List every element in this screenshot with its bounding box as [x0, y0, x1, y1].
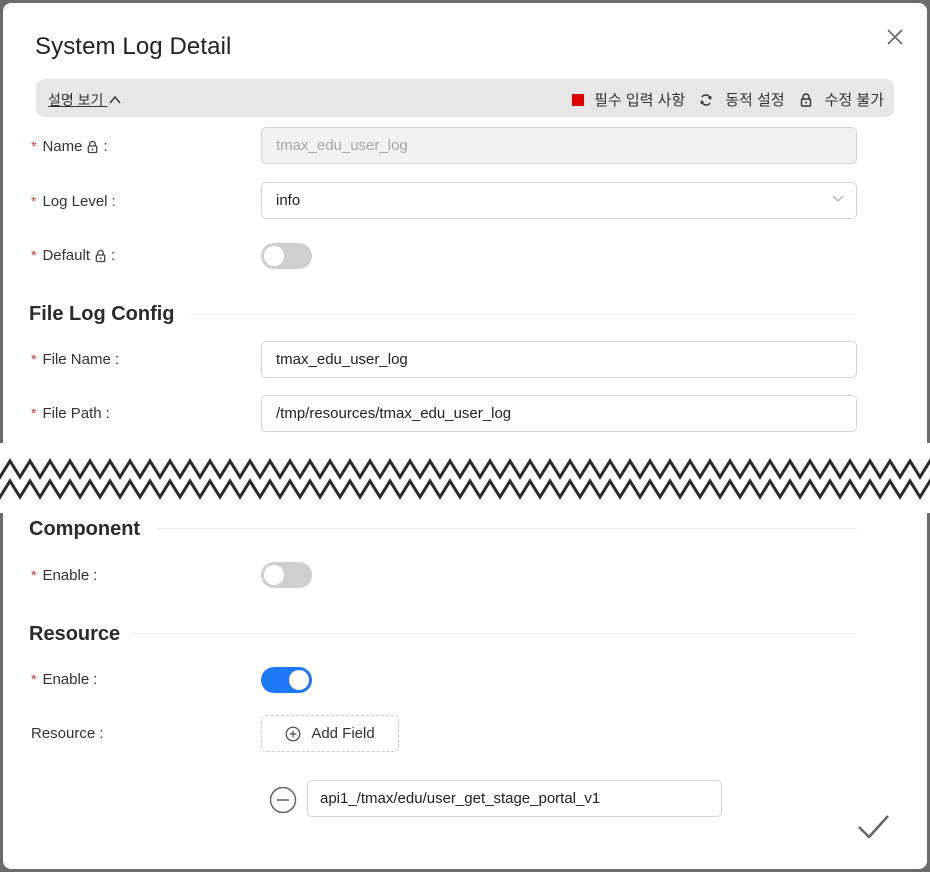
- log-level-select[interactable]: info: [261, 182, 857, 219]
- default-toggle[interactable]: [261, 243, 312, 269]
- label-colon: :: [99, 724, 104, 742]
- required-marker-icon: [572, 93, 585, 106]
- label-colon: :: [111, 192, 116, 210]
- show-description-toggle[interactable]: 설명 보기: [48, 90, 121, 110]
- toggle-knob: [289, 670, 309, 690]
- log-level-label-text: Log Level: [42, 192, 108, 210]
- log-level-label: * Log Level :: [31, 191, 116, 211]
- resource-label-text: Resource: [31, 724, 96, 742]
- required-star: *: [31, 671, 37, 687]
- label-colon: :: [114, 350, 119, 368]
- component-enable-label: * Enable :: [31, 565, 97, 585]
- chevron-down-icon: [832, 195, 844, 202]
- refresh-icon: [700, 93, 712, 106]
- confirm-button[interactable]: [855, 808, 891, 844]
- legend-readonly-label: 수정 불가: [824, 92, 884, 109]
- default-label-text: Default: [42, 246, 90, 264]
- log-level-value: info: [276, 192, 301, 209]
- resource-item-input[interactable]: api1_/tmax/edu/user_get_stage_portal_v1: [307, 780, 722, 817]
- legend-required-label: 필수 입력 사항: [594, 92, 686, 109]
- toggle-knob: [264, 246, 284, 266]
- zigzag-break-graphic: [0, 458, 930, 500]
- system-log-detail-dialog: System Log Detail 설명 보기 필수 입력 사항 동적 설정 수…: [3, 3, 927, 869]
- show-description-label: 설명 보기: [48, 92, 104, 108]
- required-star: *: [31, 567, 37, 583]
- file-log-config-title: File Log Config: [29, 303, 175, 325]
- add-field-label: Add Field: [311, 725, 375, 742]
- minus-circle-icon: [269, 786, 297, 814]
- name-label: * Name :: [31, 136, 108, 156]
- required-star: *: [31, 247, 37, 263]
- chevron-up-icon: [109, 95, 121, 104]
- required-star: *: [31, 405, 37, 421]
- legend-dynamic-label: 동적 설정: [725, 92, 785, 109]
- name-label-text: Name: [42, 137, 83, 155]
- component-enable-label-text: Enable: [42, 566, 90, 584]
- default-label: * Default :: [31, 245, 115, 265]
- remove-resource-button[interactable]: [269, 786, 297, 814]
- legend-dynamic: 동적 설정: [699, 89, 785, 110]
- dialog-title: System Log Detail: [35, 33, 232, 60]
- file-name-label: * File Name :: [31, 349, 119, 369]
- add-field-button[interactable]: Add Field: [261, 715, 399, 752]
- section-divider: [187, 314, 857, 315]
- label-colon: :: [93, 566, 98, 584]
- label-colon: :: [110, 246, 116, 264]
- legend: 필수 입력 사항 동적 설정 수정 불가: [572, 89, 884, 110]
- resource-title: Resource: [29, 623, 121, 645]
- label-colon: :: [105, 404, 110, 422]
- resource-enable-label: * Enable :: [31, 669, 97, 689]
- component-enable-toggle[interactable]: [261, 562, 312, 588]
- lock-icon: [800, 93, 811, 107]
- check-icon: [858, 815, 889, 839]
- file-name-field[interactable]: tmax_edu_user_log: [261, 341, 857, 378]
- close-button[interactable]: [883, 25, 907, 49]
- content-break-band: [0, 443, 930, 513]
- lock-icon: [88, 140, 98, 153]
- file-name-label-text: File Name: [42, 350, 111, 368]
- resource-label: Resource :: [31, 723, 103, 743]
- required-star: *: [31, 193, 37, 209]
- file-path-label: * File Path :: [31, 403, 110, 423]
- required-star: *: [31, 351, 37, 367]
- toggle-knob: [264, 565, 284, 585]
- plus-circle-icon: [285, 726, 301, 741]
- name-field[interactable]: tmax_edu_user_log: [261, 127, 857, 164]
- lock-icon: [95, 249, 106, 262]
- file-path-label-text: File Path: [42, 404, 102, 422]
- resource-enable-label-text: Enable: [42, 670, 90, 688]
- label-colon: :: [93, 670, 98, 688]
- component-title: Component: [29, 518, 141, 540]
- legend-readonly: 수정 불가: [799, 89, 884, 110]
- label-colon: :: [103, 137, 108, 155]
- section-divider: [157, 528, 857, 529]
- file-path-field[interactable]: /tmp/resources/tmax_edu_user_log: [261, 395, 857, 432]
- section-divider: [131, 633, 857, 634]
- legend-required: 필수 입력 사항: [572, 89, 685, 110]
- required-star: *: [31, 138, 37, 154]
- info-bar: 설명 보기 필수 입력 사항 동적 설정 수정 불가: [36, 79, 894, 117]
- close-icon: [887, 29, 903, 45]
- resource-enable-toggle[interactable]: [261, 667, 312, 693]
